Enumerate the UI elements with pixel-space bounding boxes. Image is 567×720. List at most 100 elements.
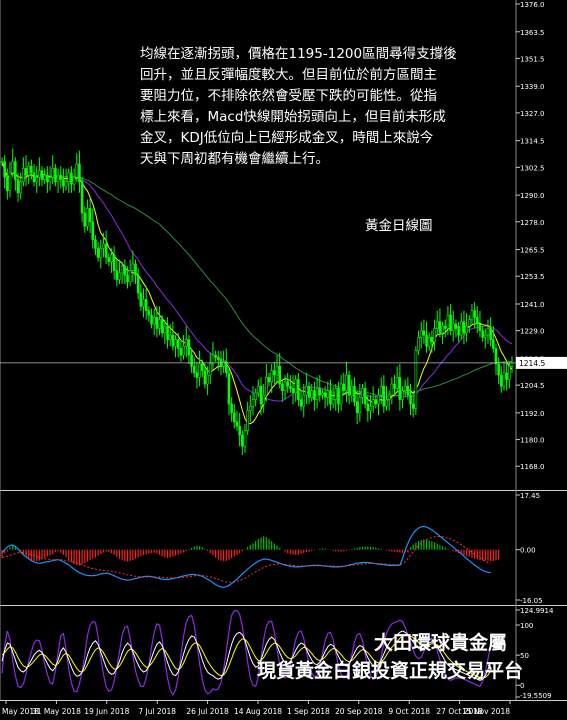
candle-body: [56, 174, 60, 183]
candle-body: [323, 392, 327, 398]
candle-body: [425, 334, 428, 347]
candle-body: [112, 254, 116, 271]
candle-body: [32, 172, 36, 183]
candle-body: [331, 399, 335, 405]
candle-body: [393, 383, 396, 389]
candle-body: [94, 239, 97, 249]
candle-body: [139, 292, 143, 307]
candle-body: [62, 179, 65, 187]
candle-body: [27, 165, 31, 176]
candle-body: [286, 381, 290, 387]
candle-body: [235, 421, 239, 427]
candle-body: [465, 325, 468, 334]
chart-title: 黃金日線圖: [365, 218, 433, 234]
candle-body: [414, 350, 418, 409]
candle-body: [80, 181, 84, 214]
candle-body: [492, 339, 495, 349]
candle-body: [83, 212, 87, 227]
candle-body: [355, 401, 359, 414]
candle-body: [294, 379, 298, 394]
candle-body: [377, 394, 380, 405]
candle-body: [22, 168, 25, 183]
candle-body: [227, 372, 231, 405]
candle-body: [163, 325, 167, 334]
price-tick-label: 1351.5: [520, 55, 545, 63]
candle-body: [8, 172, 12, 191]
price-tick-label: 1314.5: [520, 138, 545, 146]
date-tick-label: 19 Jun 2018: [84, 707, 129, 716]
candle-body: [283, 381, 287, 391]
candle-body: [275, 365, 279, 376]
candle-body: [430, 337, 434, 343]
candle-body: [385, 399, 388, 407]
candle-body: [467, 319, 471, 327]
candle-body: [155, 317, 159, 329]
candle-body: [267, 377, 271, 383]
candle-body: [382, 385, 386, 407]
candle-body: [131, 263, 135, 271]
kdj-tick-label: 124.9914: [520, 607, 554, 615]
candle-body: [449, 314, 452, 331]
candle-body: [305, 385, 308, 396]
candle-body: [19, 181, 22, 194]
candle-body: [502, 372, 506, 387]
price-tick-label: 1180.0: [520, 437, 545, 445]
price-tick-label: 1192.0: [520, 410, 545, 418]
candle-body: [291, 388, 295, 394]
candle-body: [401, 390, 404, 400]
candle-body: [505, 372, 508, 380]
candle-body: [249, 405, 252, 411]
candle-body: [446, 314, 450, 329]
candle-body: [46, 174, 49, 183]
candle-body: [427, 337, 431, 347]
candle-body: [144, 299, 148, 311]
candle-body: [318, 388, 322, 396]
kdj-tick-label: 100: [520, 622, 533, 630]
candle-body: [345, 374, 348, 391]
candle-body: [158, 319, 161, 329]
candle-body: [486, 328, 490, 336]
candle-body: [422, 330, 426, 336]
candle-body: [361, 388, 364, 398]
candle-body: [59, 174, 63, 180]
commentary-line: 回升，並且反彈幅度較大。但目前位於前方區間主: [140, 67, 437, 83]
candle-body: [403, 385, 407, 391]
kdj-tick-label: -19.5509: [520, 692, 551, 700]
candle-body: [107, 257, 111, 263]
candle-body: [35, 177, 39, 183]
macd-tick-label: -16.05: [520, 597, 543, 605]
candle-body: [246, 410, 249, 431]
candle-body: [190, 354, 193, 367]
candle-body: [152, 317, 156, 325]
price-tick-label: 1290.0: [520, 192, 545, 200]
candle-body: [179, 348, 183, 356]
candle-body: [198, 363, 201, 378]
commentary-line: 均線在逐漸拐頭，價格在1195-1200區間尋得支撐後: [140, 46, 457, 62]
candle-body: [398, 377, 402, 400]
candle-body: [297, 379, 300, 400]
candle-body: [195, 372, 199, 378]
watermark-tagline: 現貨黃金白銀投資正規交易平台: [256, 660, 523, 682]
candle-body: [419, 330, 423, 338]
candle-body: [176, 339, 180, 349]
candle-body: [54, 168, 57, 183]
candle-body: [262, 394, 265, 405]
price-tick-label: 1229.0: [520, 328, 545, 336]
watermark-brand: 大田環球貴金屬: [373, 632, 507, 654]
candle-body: [478, 323, 482, 331]
candle-body: [339, 383, 343, 405]
price-tick-label: 1363.5: [520, 29, 545, 37]
candle-body: [126, 274, 129, 283]
candle-body: [481, 330, 484, 338]
candle-body: [441, 325, 444, 334]
candle-body: [174, 339, 177, 347]
candle-body: [0, 161, 4, 164]
candle-body: [395, 377, 399, 389]
candle-body: [233, 412, 236, 423]
candle-body: [270, 370, 273, 383]
price-tick-label: 1241.0: [520, 301, 545, 309]
candle-body: [187, 339, 191, 356]
candle-body: [251, 399, 255, 407]
macd-tick-label: 0.00: [520, 547, 536, 555]
date-tick-label: 15 Nov 2018: [462, 707, 510, 716]
